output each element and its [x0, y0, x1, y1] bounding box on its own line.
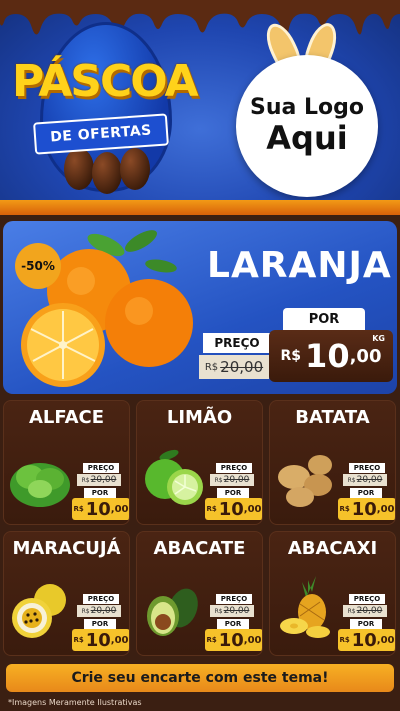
featured-product-name: LARANJA: [207, 245, 392, 286]
preco-label: PREÇO: [216, 463, 252, 473]
por-label: POR: [217, 619, 249, 629]
old-price-value: 20,00: [90, 606, 117, 616]
old-price: R$ 20,00: [210, 605, 254, 617]
new-price-integer: 10: [351, 629, 377, 651]
new-price-currency: R$: [280, 348, 302, 364]
discount-badge: -50%: [15, 243, 61, 289]
product-name: ABACAXI: [287, 538, 378, 559]
new-price-integer: 10: [218, 629, 244, 651]
lettuce-icon: [10, 463, 70, 507]
product-name: LIMÃO: [166, 407, 233, 428]
old-price-currency: R$: [347, 607, 356, 615]
pineapple-icon: [280, 576, 330, 638]
old-price: R$ 20,00: [210, 474, 254, 486]
new-price-integer: 10: [85, 629, 111, 651]
featured-product-card[interactable]: -50% LARANJA PREÇO R$ 20,00 POR KG R$ 10…: [3, 221, 397, 394]
product-name: ABACATE: [153, 538, 246, 559]
old-price-value: 20,00: [223, 606, 250, 616]
new-price-decimal: ,00: [349, 345, 382, 367]
new-price-decimal: ,00: [376, 634, 395, 646]
new-price-decimal: ,00: [243, 503, 262, 515]
old-price-value: 20,00: [220, 358, 264, 376]
unit-label: KG: [372, 334, 385, 343]
por-label: POR: [350, 619, 382, 629]
product-card[interactable]: ABACATE PREÇO R$ 20,00 POR R$ 10 ,00: [136, 531, 263, 656]
preco-label: PREÇO: [349, 594, 385, 604]
product-name: BATATA: [295, 407, 370, 428]
cta-button[interactable]: Crie seu encarte com este tema!: [6, 664, 394, 692]
product-name: ALFACE: [28, 407, 105, 428]
new-price-currency: R$: [73, 505, 84, 513]
new-price-integer: 10: [351, 498, 377, 520]
logo-text-line2: Aqui: [266, 118, 348, 157]
new-price: R$ 10 ,00: [205, 629, 262, 651]
old-price-value: 20,00: [356, 475, 383, 485]
new-price: KG R$ 10 ,00: [269, 330, 393, 382]
new-price-currency: R$: [339, 636, 350, 644]
old-price-currency: R$: [81, 476, 90, 484]
preco-label: PREÇO: [349, 463, 385, 473]
new-price-decimal: ,00: [376, 503, 395, 515]
new-price-integer: 10: [85, 498, 111, 520]
product-card[interactable]: MARACUJÁ PREÇO R$ 20,00 POR R$ 10 ,00: [3, 531, 130, 656]
old-price-value: 20,00: [356, 606, 383, 616]
preco-label: PREÇO: [83, 594, 119, 604]
old-price-currency: R$: [204, 361, 219, 373]
avocado-icon: [147, 588, 198, 636]
por-label: POR: [84, 488, 116, 498]
chocolate-drip-decoration: [0, 0, 400, 38]
lime-icon: [145, 449, 203, 505]
new-price-currency: R$: [206, 636, 217, 644]
new-price: R$ 10 ,00: [205, 498, 262, 520]
new-price: R$ 10 ,00: [338, 629, 395, 651]
chocolate-egg-icon: [92, 152, 122, 194]
preco-label: PREÇO: [83, 463, 119, 473]
old-price-value: 20,00: [90, 475, 117, 485]
por-label: POR: [283, 308, 365, 330]
disclaimer-text: *Imagens Meramente Ilustrativas: [8, 698, 142, 707]
orange-divider: [0, 200, 400, 215]
product-card[interactable]: ALFACE PREÇO R$ 20,00 POR R$ 10 ,00: [3, 400, 130, 525]
new-price: R$ 10 ,00: [72, 629, 129, 651]
por-label: POR: [350, 488, 382, 498]
chocolate-egg-icon: [120, 148, 150, 190]
old-price: R$ 20,00: [199, 355, 269, 379]
product-card[interactable]: BATATA PREÇO R$ 20,00 POR R$ 10 ,00: [269, 400, 396, 525]
por-label: POR: [217, 488, 249, 498]
chocolate-egg-icon: [64, 148, 94, 190]
logo-text-line1: Sua Logo: [249, 95, 364, 121]
logo-placeholder[interactable]: Sua Logo Aqui: [236, 55, 378, 197]
new-price-currency: R$: [73, 636, 84, 644]
old-price: R$ 20,00: [77, 474, 121, 486]
old-price: R$ 20,00: [77, 605, 121, 617]
new-price-decimal: ,00: [110, 503, 129, 515]
old-price: R$ 20,00: [343, 605, 387, 617]
product-name: MARACUJÁ: [12, 538, 121, 559]
old-price-currency: R$: [81, 607, 90, 615]
new-price-decimal: ,00: [243, 634, 262, 646]
old-price-currency: R$: [347, 476, 356, 484]
new-price-integer: 10: [218, 498, 244, 520]
new-price: R$ 10 ,00: [72, 498, 129, 520]
passionfruit-icon: [12, 584, 66, 638]
new-price-integer: 10: [305, 337, 350, 375]
new-price-currency: R$: [339, 505, 350, 513]
page-title: PÁSCOA: [12, 56, 199, 107]
potato-icon: [278, 455, 332, 507]
product-card[interactable]: LIMÃO PREÇO R$ 20,00 POR R$ 10 ,00: [136, 400, 263, 525]
old-price-value: 20,00: [223, 475, 250, 485]
new-price-currency: R$: [206, 505, 217, 513]
product-card[interactable]: ABACAXI PREÇO R$ 20,00 POR R$ 10 ,00: [269, 531, 396, 656]
old-price: R$ 20,00: [343, 474, 387, 486]
preco-label: PREÇO: [203, 333, 271, 353]
new-price: R$ 10 ,00: [338, 498, 395, 520]
old-price-currency: R$: [214, 607, 223, 615]
preco-label: PREÇO: [216, 594, 252, 604]
header-banner: PÁSCOA DE OFERTAS Sua Logo Aqui: [0, 0, 400, 215]
new-price-decimal: ,00: [110, 634, 129, 646]
old-price-currency: R$: [214, 476, 223, 484]
por-label: POR: [84, 619, 116, 629]
